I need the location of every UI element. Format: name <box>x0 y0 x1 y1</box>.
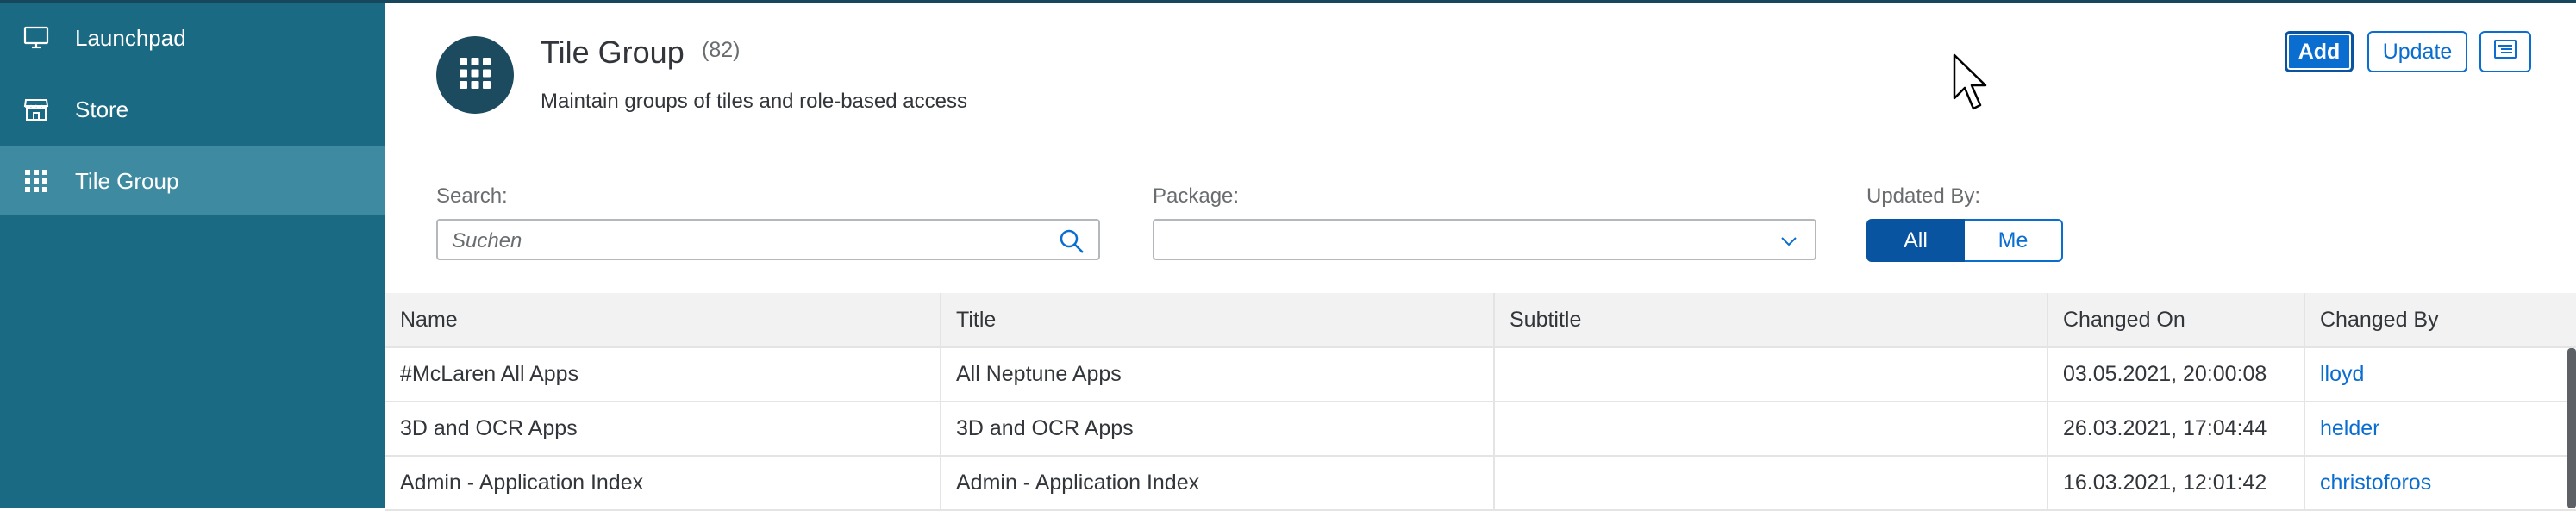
cell-changed-by-link[interactable]: christoforos <box>2305 457 2576 509</box>
search-icon[interactable] <box>1059 228 1085 254</box>
cell-subtitle <box>1495 348 2048 401</box>
column-header-name[interactable]: Name <box>385 293 941 346</box>
column-header-changed-on[interactable]: Changed On <box>2048 293 2305 346</box>
app-icon <box>436 36 514 114</box>
table-scrollbar[interactable] <box>2567 348 2576 508</box>
search-label: Search: <box>436 184 508 208</box>
page-subtitle: Maintain groups of tiles and role-based … <box>541 90 967 113</box>
sidebar-item-label: Tile Group <box>75 167 179 194</box>
cell-title: All Neptune Apps <box>941 348 1495 401</box>
sidebar-item-tile-group[interactable]: Tile Group <box>0 146 385 215</box>
table-row[interactable]: #McLaren All Apps All Neptune Apps 03.05… <box>385 348 2576 402</box>
updated-by-me-button[interactable]: Me <box>1965 219 2063 262</box>
cell-title: Admin - Application Index <box>941 457 1495 509</box>
grid-icon <box>21 165 52 196</box>
table-settings-button[interactable] <box>2479 31 2531 72</box>
cell-changed-on: 03.05.2021, 20:00:08 <box>2048 348 2305 401</box>
page-title: Tile Group <box>541 34 685 70</box>
cell-name: #McLaren All Apps <box>385 348 941 401</box>
item-count: (82) <box>702 38 741 62</box>
sidebar: Launchpad Store Tile Group <box>0 3 385 508</box>
sidebar-item-store[interactable]: Store <box>0 75 385 144</box>
package-label: Package: <box>1153 184 1240 208</box>
column-header-title[interactable]: Title <box>941 293 1495 346</box>
update-button[interactable]: Update <box>2367 31 2467 72</box>
cell-name: 3D and OCR Apps <box>385 402 941 455</box>
cell-changed-by-link[interactable]: lloyd <box>2305 348 2576 401</box>
cell-changed-by-link[interactable]: helder <box>2305 402 2576 455</box>
column-header-subtitle[interactable]: Subtitle <box>1495 293 2048 346</box>
cell-title: 3D and OCR Apps <box>941 402 1495 455</box>
column-header-changed-by[interactable]: Changed By <box>2305 293 2576 346</box>
cell-changed-on: 26.03.2021, 17:04:44 <box>2048 402 2305 455</box>
grid-icon <box>459 57 491 94</box>
sidebar-item-launchpad[interactable]: Launchpad <box>0 3 385 72</box>
sidebar-item-label: Store <box>75 96 129 122</box>
table-settings-icon <box>2493 39 2517 65</box>
cell-changed-on: 16.03.2021, 12:01:42 <box>2048 457 2305 509</box>
cell-subtitle <box>1495 402 2048 455</box>
search-input[interactable] <box>450 228 1040 254</box>
add-button[interactable]: Add <box>2285 31 2354 72</box>
top-border <box>0 0 2576 3</box>
updated-by-label: Updated By: <box>1866 184 1981 208</box>
package-select[interactable] <box>1153 219 1816 260</box>
sidebar-item-label: Launchpad <box>75 24 186 51</box>
store-icon <box>21 94 52 125</box>
monitor-icon <box>21 22 52 53</box>
tile-group-table: Name Title Subtitle Changed On Changed B… <box>385 293 2576 511</box>
cell-name: Admin - Application Index <box>385 457 941 509</box>
table-header: Name Title Subtitle Changed On Changed B… <box>385 293 2576 348</box>
chevron-down-icon <box>1780 233 1798 250</box>
table-row[interactable]: 3D and OCR Apps 3D and OCR Apps 26.03.20… <box>385 402 2576 457</box>
mouse-cursor-icon <box>1953 53 1987 110</box>
updated-by-all-button[interactable]: All <box>1866 219 1965 262</box>
cell-subtitle <box>1495 457 2048 509</box>
table-row[interactable]: Admin - Application Index Admin - Applic… <box>385 457 2576 511</box>
search-field[interactable] <box>436 219 1100 260</box>
